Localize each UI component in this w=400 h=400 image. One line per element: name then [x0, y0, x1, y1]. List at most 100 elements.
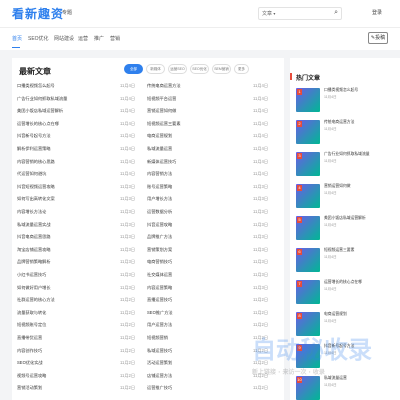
article-title[interactable]: 短视频营销 [147, 335, 251, 341]
article-title[interactable]: 抖音电商运营思路 [17, 234, 117, 240]
nav-item-marketing[interactable]: 营销 [110, 35, 120, 42]
article-title[interactable]: 如何写出高转化文案 [17, 196, 117, 202]
article-title[interactable]: 内容营销的核心思路 [17, 159, 117, 165]
hot-article-title[interactable]: 传统电商运营方法 [324, 120, 354, 124]
article-title[interactable]: 品牌推广方法 [147, 234, 251, 240]
article-thumbnail[interactable]: 2 [296, 120, 320, 144]
article-title[interactable]: 营销策划方案 [147, 247, 251, 253]
hot-article-text[interactable]: 营销运营如何做 11月4日 [324, 184, 396, 196]
article-thumbnail[interactable]: 4 [296, 184, 320, 208]
hot-article-text[interactable]: 传统电商运营方法 11月4日 [324, 120, 396, 132]
nav-item-promo[interactable]: 推广 [94, 35, 104, 42]
article-title[interactable]: 私域流量运营实战 [17, 222, 117, 228]
hot-article-title[interactable]: 营销运营如何做 [324, 184, 351, 188]
article-title[interactable]: 活动运营策划 [147, 360, 251, 366]
hot-article-title[interactable]: 电商运营规划 [324, 312, 347, 316]
article-title[interactable]: 店铺运营方法 [147, 373, 251, 379]
article-thumbnail[interactable]: 5 [296, 216, 320, 240]
article-thumbnail[interactable]: 7 [296, 280, 320, 304]
rank-badge: 3 [297, 153, 302, 159]
site-logo[interactable]: 看新趣资 [12, 5, 64, 22]
article-title[interactable]: 内容运营策略 [147, 285, 251, 291]
article-thumbnail[interactable]: 3 [296, 152, 320, 176]
article-title[interactable]: 电商营销技巧 [147, 259, 251, 265]
article-title[interactable]: 传统电商运营方法 [147, 83, 251, 89]
article-title[interactable]: 内容营销方法 [147, 171, 251, 177]
article-title[interactable]: 内容增长方法论 [17, 209, 117, 215]
article-title[interactable]: 代运营如何避坑 [17, 171, 117, 177]
article-title[interactable]: 内容创作技巧 [17, 348, 117, 354]
article-title[interactable]: 用户增长方法 [147, 196, 251, 202]
hot-article-text[interactable]: 口播类视频怎么起号 11月4日 [324, 88, 396, 100]
article-title[interactable]: 短视频账号定位 [17, 322, 117, 328]
article-title[interactable]: 运营推广技巧 [147, 385, 251, 391]
article-title[interactable]: 短视频运营三要素 [147, 121, 251, 127]
article-title[interactable]: 电商运营规划 [147, 133, 251, 139]
filter-chip-newmedia[interactable]: 新媒体 [146, 64, 165, 74]
article-title[interactable]: 账号运营策略 [147, 184, 251, 190]
search-icon[interactable]: ⌕ [334, 9, 338, 17]
hot-article-title[interactable]: 广告行业如何抓取私域流量 [324, 152, 370, 156]
search-box[interactable]: 文章 ▾ ⌕ [258, 7, 342, 20]
nav-item-seo[interactable]: SEO优化 [28, 35, 49, 42]
hot-article-title[interactable]: 口播类视频怎么起号 [324, 88, 358, 92]
nav-item-ops[interactable]: 运营 [78, 35, 88, 42]
article-title[interactable]: 品牌营销策略解析 [17, 259, 117, 265]
filter-chip-all[interactable]: 全部 [124, 64, 143, 74]
article-title[interactable]: 社群运营的核心方法 [17, 297, 117, 303]
article-title[interactable]: 解析伊利运营策略 [17, 146, 117, 152]
article-title[interactable]: 流量获取与转化 [17, 310, 117, 316]
article-title[interactable]: 私域运营技巧 [147, 348, 251, 354]
article-title[interactable]: 广告行业如何抓取私域流量 [17, 96, 117, 102]
article-title[interactable]: 小红书运营技巧 [17, 272, 117, 278]
article-title[interactable]: 社交媒体运营 [147, 272, 251, 278]
login-link[interactable]: 登录 [372, 9, 382, 16]
article-thumbnail[interactable]: 6 [296, 248, 320, 272]
nav-item-home[interactable]: 首页 [12, 35, 22, 42]
topic-link[interactable]: 专题 [62, 9, 72, 16]
hot-article-text[interactable]: 私域流量运营 11月4日 [324, 376, 396, 388]
filter-chip-ops-seo[interactable]: 运营SEO [168, 64, 187, 74]
article-date: 11月2日 [253, 385, 269, 391]
hot-article-title[interactable]: 私域流量运营 [324, 376, 347, 380]
contribute-button[interactable]: ✎投稿 [368, 32, 388, 44]
article-title[interactable]: 直播运营技巧 [147, 297, 251, 303]
hot-article-title[interactable]: 短视频运营三要素 [324, 248, 354, 252]
article-title[interactable]: 运营增长的核心点在哪 [17, 121, 117, 127]
hot-article-title[interactable]: 美团小饭店私域运营解析 [324, 216, 366, 220]
hot-article-text[interactable]: 运营增长的核心点在哪 11月4日 [324, 280, 396, 292]
article-title[interactable]: SEO推广方法 [147, 310, 251, 316]
article-thumbnail[interactable]: 1 [296, 88, 320, 112]
article-title[interactable]: 用户运营方法 [147, 322, 251, 328]
article-row: 解析伊利运营策略 11月4日 私域流量运营 11月4日 [17, 143, 281, 156]
filter-chip-sem[interactable]: SEM营销 [212, 64, 231, 74]
article-title[interactable]: 新媒体运营技巧 [147, 159, 251, 165]
article-title[interactable]: 运营数据分析 [147, 209, 251, 215]
article-title[interactable]: 抖音运营攻略 [147, 222, 251, 228]
filter-chip-seo[interactable]: SEO优化 [190, 64, 209, 74]
article-title[interactable]: 美团小饭店私域运营解析 [17, 108, 117, 114]
article-title[interactable]: 抖音新号起号方法 [17, 133, 117, 139]
article-title[interactable]: 如何做好用户增长 [17, 285, 117, 291]
article-title[interactable]: 口播类视频怎么起号 [17, 83, 117, 89]
article-title[interactable]: 营销活动策划 [17, 385, 117, 391]
article-title[interactable]: 淘宝店铺运营攻略 [17, 247, 117, 253]
article-date: 11月4日 [120, 108, 136, 114]
hot-article-text[interactable]: 广告行业如何抓取私域流量 11月4日 [324, 152, 396, 164]
article-title[interactable]: 短视频平台运营 [147, 96, 251, 102]
hot-article-text[interactable]: 美团小饭店私域运营解析 11月4日 [324, 216, 396, 228]
hot-article-title[interactable]: 运营增长的核心点在哪 [324, 280, 362, 284]
article-title[interactable]: 营销运营如何做 [147, 108, 251, 114]
filter-chip-more[interactable]: 更多 [234, 64, 249, 74]
article-title[interactable]: 抖音短视频运营攻略 [17, 184, 117, 190]
article-title[interactable]: 直播带货运营 [17, 335, 117, 341]
article-thumbnail[interactable]: 10 [296, 376, 320, 400]
search-type-select[interactable]: 文章 ▾ [262, 10, 275, 17]
article-title[interactable]: 私域流量运营 [147, 146, 251, 152]
hot-article-text[interactable]: 短视频运营三要素 11月4日 [324, 248, 396, 260]
article-title[interactable]: 视频号运营攻略 [17, 373, 117, 379]
hot-article-text[interactable]: 电商运营规划 11月4日 [324, 312, 396, 324]
nav-item-web[interactable]: 网站建设 [54, 35, 74, 42]
article-title[interactable]: SEO优化实战 [17, 360, 117, 366]
logo-text[interactable]: 看新趣资 [12, 7, 64, 21]
